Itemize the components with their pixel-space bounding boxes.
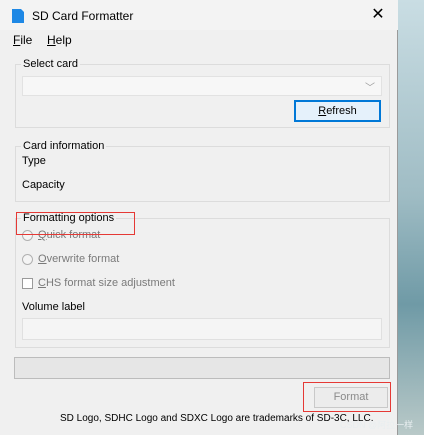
- volume-label-input[interactable]: [22, 318, 382, 340]
- sd-card-icon: [12, 9, 24, 23]
- card-information-group: [15, 146, 390, 202]
- chs-accel: C: [38, 277, 46, 289]
- chs-text: HS format size adjustment: [45, 277, 175, 289]
- menu-file[interactable]: File: [13, 33, 32, 47]
- card-select-dropdown[interactable]: ﹀: [22, 76, 382, 96]
- highlight-box-format-button: [303, 382, 391, 412]
- format-progress-bar: [14, 357, 390, 379]
- menu-help[interactable]: Help: [47, 33, 72, 47]
- menu-help-accel: H: [47, 33, 56, 47]
- overwrite-format-accel: O: [38, 253, 47, 265]
- title-bar: SD Card Formatter ✕: [0, 0, 398, 30]
- overwrite-format-text: verwrite format: [46, 253, 120, 265]
- chs-adjustment-checkbox[interactable]: [22, 278, 33, 289]
- watermark-text: CSDN @阿拉一样: [340, 420, 414, 430]
- refresh-button[interactable]: Refresh: [294, 100, 381, 122]
- chevron-down-icon: ﹀: [365, 83, 375, 94]
- close-button[interactable]: ✕: [358, 0, 398, 30]
- menu-help-label: elp: [55, 33, 72, 47]
- menu-file-label: ile: [20, 33, 33, 47]
- menu-bar: File Help: [0, 30, 398, 50]
- card-information-label: Card information: [21, 140, 107, 152]
- refresh-label: efresh: [326, 105, 357, 117]
- trademark-notice: SD Logo, SDHC Logo and SDXC Logo are tra…: [60, 413, 374, 424]
- refresh-accel: R: [318, 105, 327, 117]
- close-icon: ✕: [371, 6, 385, 23]
- chs-adjustment-label: CHS format size adjustment: [38, 277, 175, 289]
- volume-label-caption: Volume label: [22, 301, 85, 313]
- overwrite-format-label: Overwrite format: [38, 253, 119, 265]
- highlight-box-formatting: [16, 212, 135, 235]
- overwrite-format-radio[interactable]: [22, 254, 33, 265]
- type-label: Type: [22, 155, 46, 167]
- window-title: SD Card Formatter: [32, 9, 134, 23]
- select-card-label: Select card: [21, 58, 81, 70]
- capacity-label: Capacity: [22, 179, 65, 191]
